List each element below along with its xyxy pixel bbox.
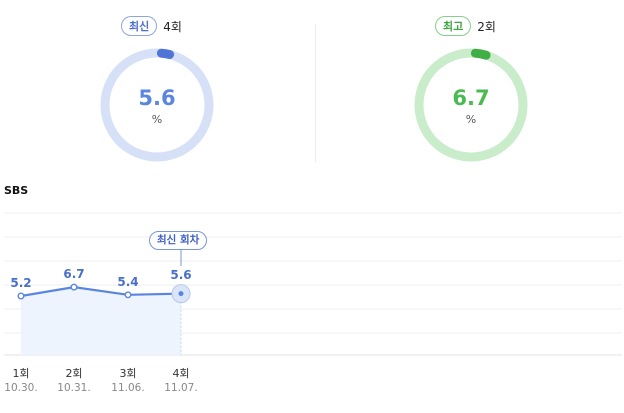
x-tick-episode: 1회 [12,367,30,380]
latest-rating-gauge: 5.6 % [99,47,215,163]
rating-trend-chart: 5.2 6.7 5.4 5.6 [4,212,622,356]
latest-rating-value: 5.6 [138,86,176,110]
highest-rating-value: 6.7 [452,86,490,110]
data-point [70,283,78,291]
highest-rating-gauge: 6.7 % [413,47,529,163]
x-tick-date: 10.30. [4,382,38,394]
data-label: 5.6 [170,268,191,282]
data-point [17,292,25,300]
x-tick-episode: 2회 [65,367,83,380]
latest-badge: 최신 [121,16,158,36]
x-tick: 1회 10.30. [0,367,46,395]
x-tick: 4회 11.07. [156,367,206,395]
data-label: 5.4 [117,275,138,289]
x-tick-date: 10.31. [57,382,91,394]
x-tick-episode: 4회 [172,367,190,380]
latest-rating-unit: % [151,113,163,126]
x-tick-date: 11.07. [164,382,198,394]
series-area [21,287,181,355]
highest-gauge-arc [470,48,491,60]
highest-badge: 최고 [435,16,472,36]
data-label: 6.7 [63,267,84,281]
latest-badge-row: 최신 4회 [121,15,182,37]
highest-episode: 2회 [477,19,496,34]
latest-episode-tag: 최신 회차 [149,231,208,250]
latest-episode: 4회 [163,19,182,34]
highest-rating-unit: % [465,113,477,126]
station-label: SBS [4,184,29,197]
x-tick-date: 11.06. [111,382,145,394]
highest-summary: 최고 2회 6.7 % [315,0,624,165]
x-tick: 2회 10.31. [49,367,99,395]
latest-summary: 최신 4회 5.6 % [0,0,315,165]
data-point-latest [178,291,184,297]
data-point [124,291,132,299]
latest-gauge-arc [156,48,175,59]
x-tick-episode: 3회 [119,367,137,380]
highest-badge-row: 최고 2회 [435,15,496,37]
data-label: 5.2 [10,276,31,290]
x-tick: 3회 11.06. [103,367,153,395]
